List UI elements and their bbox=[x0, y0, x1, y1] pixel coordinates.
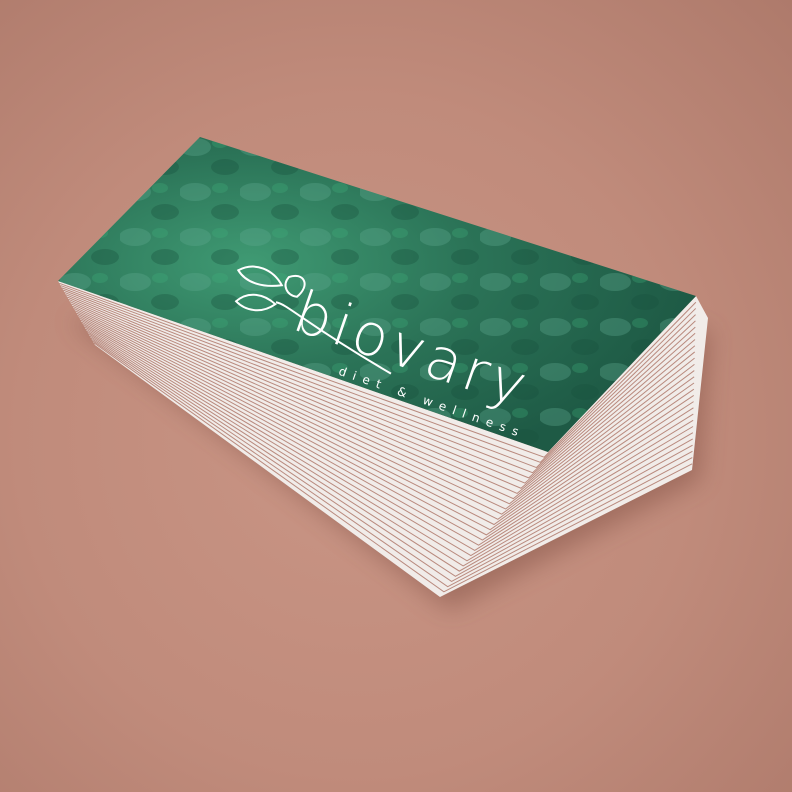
business-card-stack: biovary diet & wellness bbox=[58, 137, 710, 610]
